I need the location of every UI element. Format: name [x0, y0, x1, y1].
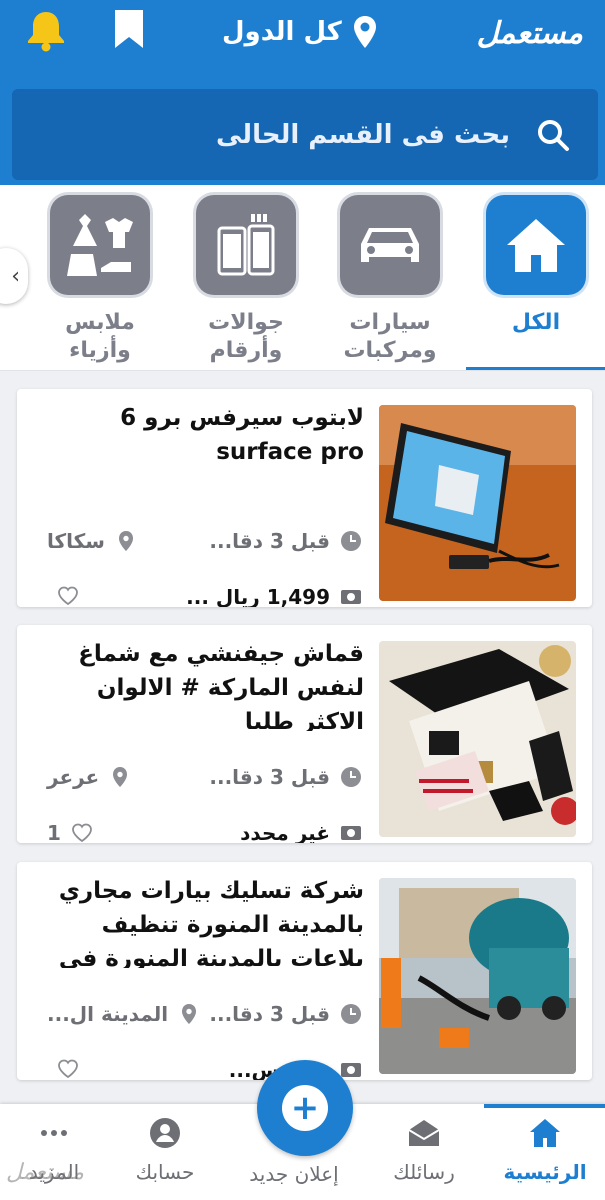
clock-icon — [341, 531, 361, 551]
listing-location: سكاكا — [47, 529, 137, 553]
location-pin-icon — [182, 1004, 197, 1024]
listing-photo[interactable] — [379, 878, 576, 1074]
home-icon — [507, 219, 565, 272]
country-selector[interactable]: كل الدول — [222, 12, 378, 52]
listing-time: قبل 3 دقا... — [209, 1002, 362, 1026]
category-cars[interactable]: سيارات ومركبات — [338, 195, 442, 365]
watermark-logo: مستعمل — [6, 1160, 85, 1185]
nav-home-label: الرئيسية — [503, 1160, 587, 1184]
listing-price: غير محدد — [240, 821, 362, 843]
location-pin-icon — [353, 16, 376, 48]
search-placeholder: بحث فى القسم الحالى — [216, 119, 510, 150]
clock-icon — [341, 1004, 361, 1024]
listing-location-text: سكاكا — [47, 529, 105, 553]
category-phones[interactable]: جوالات وأرقام — [194, 195, 298, 365]
active-nav-indicator — [484, 1104, 605, 1108]
category-bar: الكل سيارات ومركبات جوالات وأرقام ملابس … — [0, 185, 605, 371]
clothes-icon — [67, 214, 133, 276]
search-icon — [538, 119, 569, 151]
money-icon — [341, 1063, 361, 1077]
nav-messages-label: رسائلك — [393, 1160, 455, 1184]
category-tile — [340, 195, 440, 295]
listing-card[interactable]: لابتوب سيرفس برو 6 surface pro قبل 3 دقا… — [17, 389, 592, 607]
listing-photo[interactable] — [379, 405, 576, 601]
nav-account[interactable]: حسابك — [105, 1116, 225, 1184]
listing-price: 1,499 ريال ... — [186, 585, 362, 607]
search-bar[interactable]: بحث فى القسم الحالى — [12, 89, 598, 180]
category-tile — [50, 195, 150, 295]
more-dots-icon — [41, 1130, 67, 1136]
chevron-left-icon: ‹ — [11, 263, 20, 289]
country-label: كل الدول — [222, 17, 342, 47]
bell-icon[interactable] — [24, 8, 68, 52]
listing-card[interactable]: شركة تسليك بيارات مجاري بالمدينة المنورة… — [17, 862, 592, 1080]
phones-icon — [217, 214, 275, 276]
category-label: جوالات وأرقام — [208, 310, 284, 363]
clock-icon — [341, 767, 361, 787]
nav-new-ad-label: إعلان جديد — [249, 1162, 339, 1186]
listing-photo[interactable] — [379, 641, 576, 837]
category-tile — [196, 195, 296, 295]
listing-card[interactable]: قماش جيفنشي مع شماغ لنفس الماركة # الالو… — [17, 625, 592, 843]
listing-likes[interactable] — [47, 1058, 79, 1080]
category-clothes[interactable]: ملابس وأزياء — [48, 195, 152, 365]
listing-time-text: قبل 3 دقا... — [209, 765, 330, 789]
money-icon — [341, 590, 361, 604]
money-icon — [341, 826, 361, 840]
listing-location-text: المدينة ال... — [47, 1002, 169, 1026]
nav-account-label: حسابك — [135, 1160, 195, 1184]
listing-time-text: قبل 3 دقا... — [209, 529, 330, 553]
category-tile — [486, 195, 586, 295]
nav-messages[interactable]: رسائلك — [364, 1116, 484, 1184]
listing-price-text: غير محدد — [240, 821, 330, 843]
heart-icon[interactable] — [57, 585, 79, 607]
heart-icon[interactable] — [71, 822, 93, 843]
listing-price-text: 1,499 ريال ... — [186, 585, 330, 607]
top-bar: كل الدول مستعمل — [0, 0, 605, 70]
listing-location-text: عرعر — [47, 765, 100, 789]
listing-likes[interactable]: 1 — [47, 821, 93, 843]
home-icon — [530, 1119, 560, 1147]
app-header: كل الدول مستعمل بحث فى القسم الحالى — [0, 0, 605, 185]
listing-title[interactable]: قماش جيفنشي مع شماغ لنفس الماركة # الالو… — [41, 637, 364, 731]
car-icon — [361, 228, 419, 262]
category-label: الكل — [511, 310, 561, 335]
active-category-indicator — [466, 367, 605, 370]
add-listing-button[interactable]: + — [257, 1060, 353, 1156]
nav-new-ad[interactable]: إعلان جديد — [234, 1162, 354, 1186]
plus-icon: + — [282, 1085, 328, 1131]
category-all[interactable]: الكل — [484, 195, 588, 365]
location-pin-icon — [113, 767, 128, 787]
nav-home[interactable]: الرئيسية — [485, 1116, 605, 1184]
heart-icon[interactable] — [57, 1058, 79, 1080]
listing-time: قبل 3 دقا... — [209, 765, 362, 789]
category-label: ملابس وأزياء — [65, 310, 135, 363]
listing-time-text: قبل 3 دقا... — [209, 1002, 330, 1026]
location-pin-icon — [118, 531, 133, 551]
user-icon — [150, 1118, 180, 1148]
listing-location: المدينة ال... — [47, 1002, 200, 1026]
listing-time: قبل 3 دقا... — [209, 529, 362, 553]
listing-title[interactable]: شركة تسليك بيارات مجاري بالمدينة المنورة… — [41, 874, 364, 968]
inbox-icon — [408, 1120, 440, 1146]
category-label: سيارات ومركبات — [343, 310, 437, 363]
app-logo[interactable]: مستعمل — [477, 16, 584, 51]
listing-location: عرعر — [47, 765, 131, 789]
bookmark-icon[interactable] — [112, 8, 146, 50]
listing-likes[interactable] — [47, 585, 79, 607]
listing-title[interactable]: لابتوب سيرفس برو 6 surface pro — [41, 401, 364, 495]
listing-likes-count: 1 — [47, 821, 61, 843]
